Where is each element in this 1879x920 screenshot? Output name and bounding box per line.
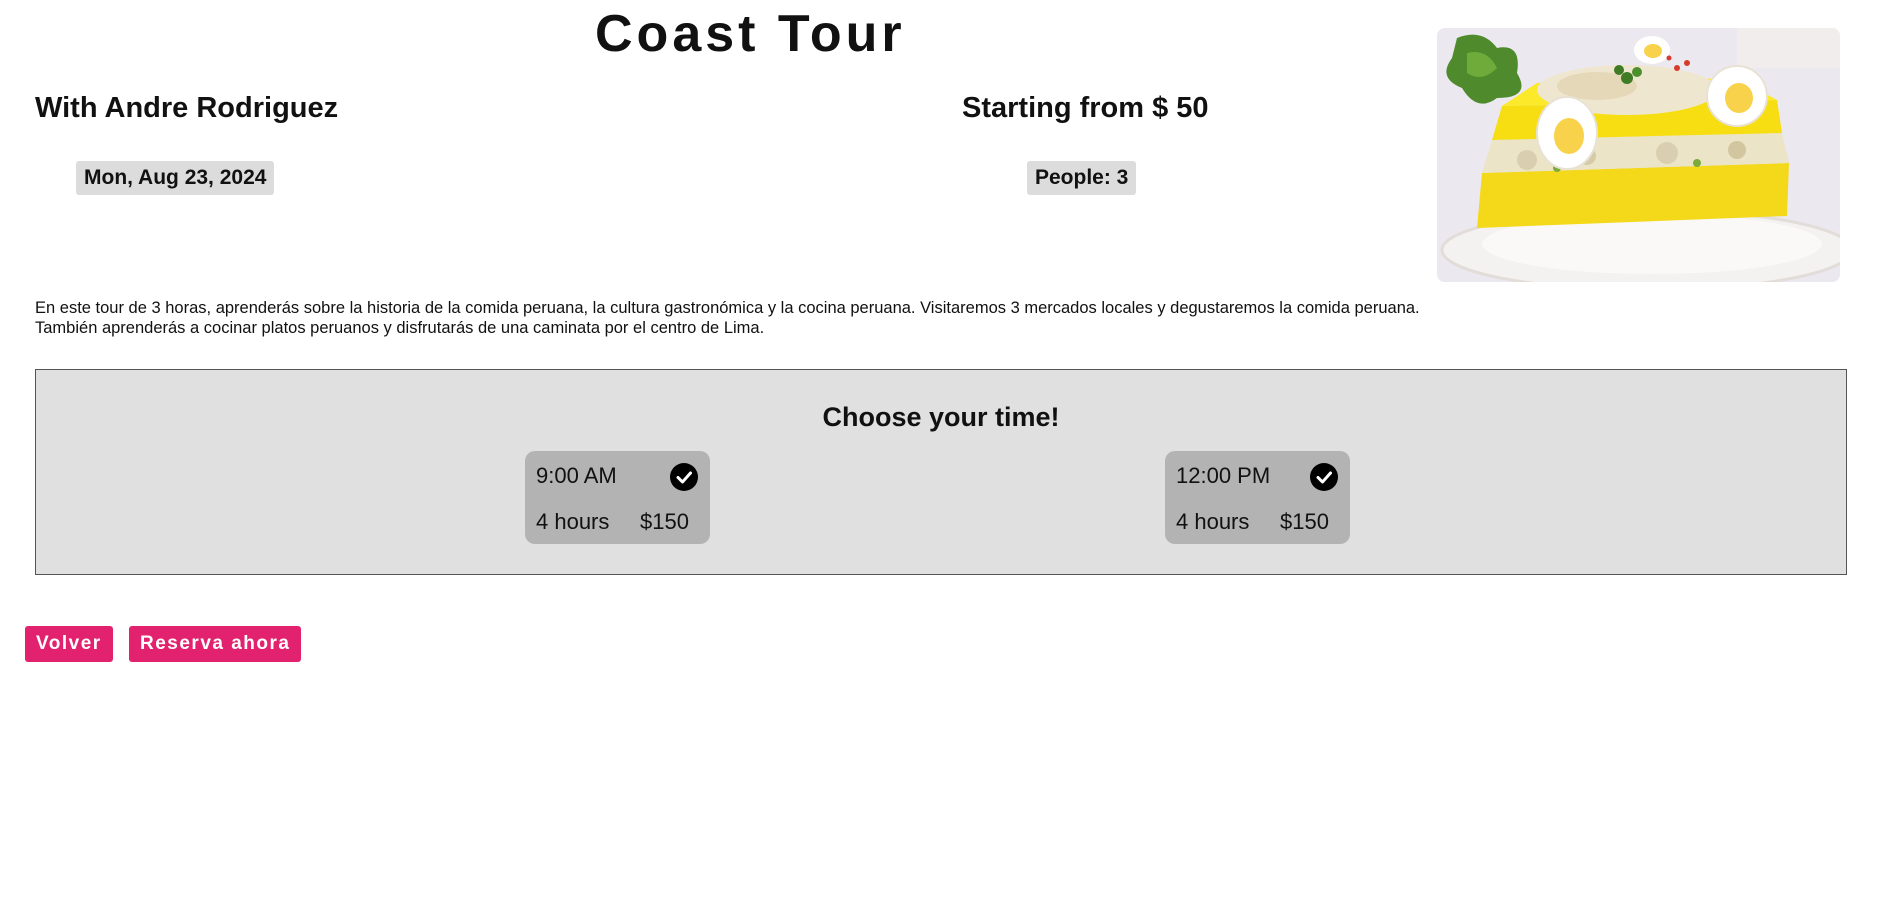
slot-duration: 4 hours	[536, 509, 610, 534]
slot-duration: 4 hours	[1176, 509, 1250, 534]
causa-dish-illustration	[1437, 28, 1840, 282]
check-circle-icon	[670, 463, 698, 491]
page-title: Coast Tour	[595, 5, 906, 63]
slot-price: $150	[1280, 509, 1329, 534]
starting-price: Starting from $ 50	[962, 92, 1209, 124]
check-circle-icon	[1310, 463, 1338, 491]
slot-time: 12:00 PM	[1176, 463, 1271, 488]
book-now-button[interactable]: Reserva ahora	[129, 626, 302, 662]
tour-detail-page: Coast Tour With Andre Rodriguez Starting…	[0, 0, 1879, 920]
guide-name: With Andre Rodriguez	[35, 92, 339, 124]
slot-price: $150	[640, 509, 689, 534]
time-picker-panel: Choose your time! 9:00 AM 4 hours $150 1…	[35, 369, 1847, 575]
time-slot-12pm[interactable]: 12:00 PM 4 hours $150	[1165, 451, 1350, 544]
people-badge: People: 3	[1027, 161, 1137, 195]
tour-image	[1437, 28, 1840, 282]
time-picker-heading: Choose your time!	[822, 402, 1060, 432]
back-button[interactable]: Volver	[25, 626, 113, 662]
time-slot-9am[interactable]: 9:00 AM 4 hours $150	[525, 451, 710, 544]
slot-time: 9:00 AM	[536, 463, 617, 488]
date-badge: Mon, Aug 23, 2024	[76, 161, 275, 195]
tour-description: En este tour de 3 horas, aprenderás sobr…	[35, 299, 1420, 337]
